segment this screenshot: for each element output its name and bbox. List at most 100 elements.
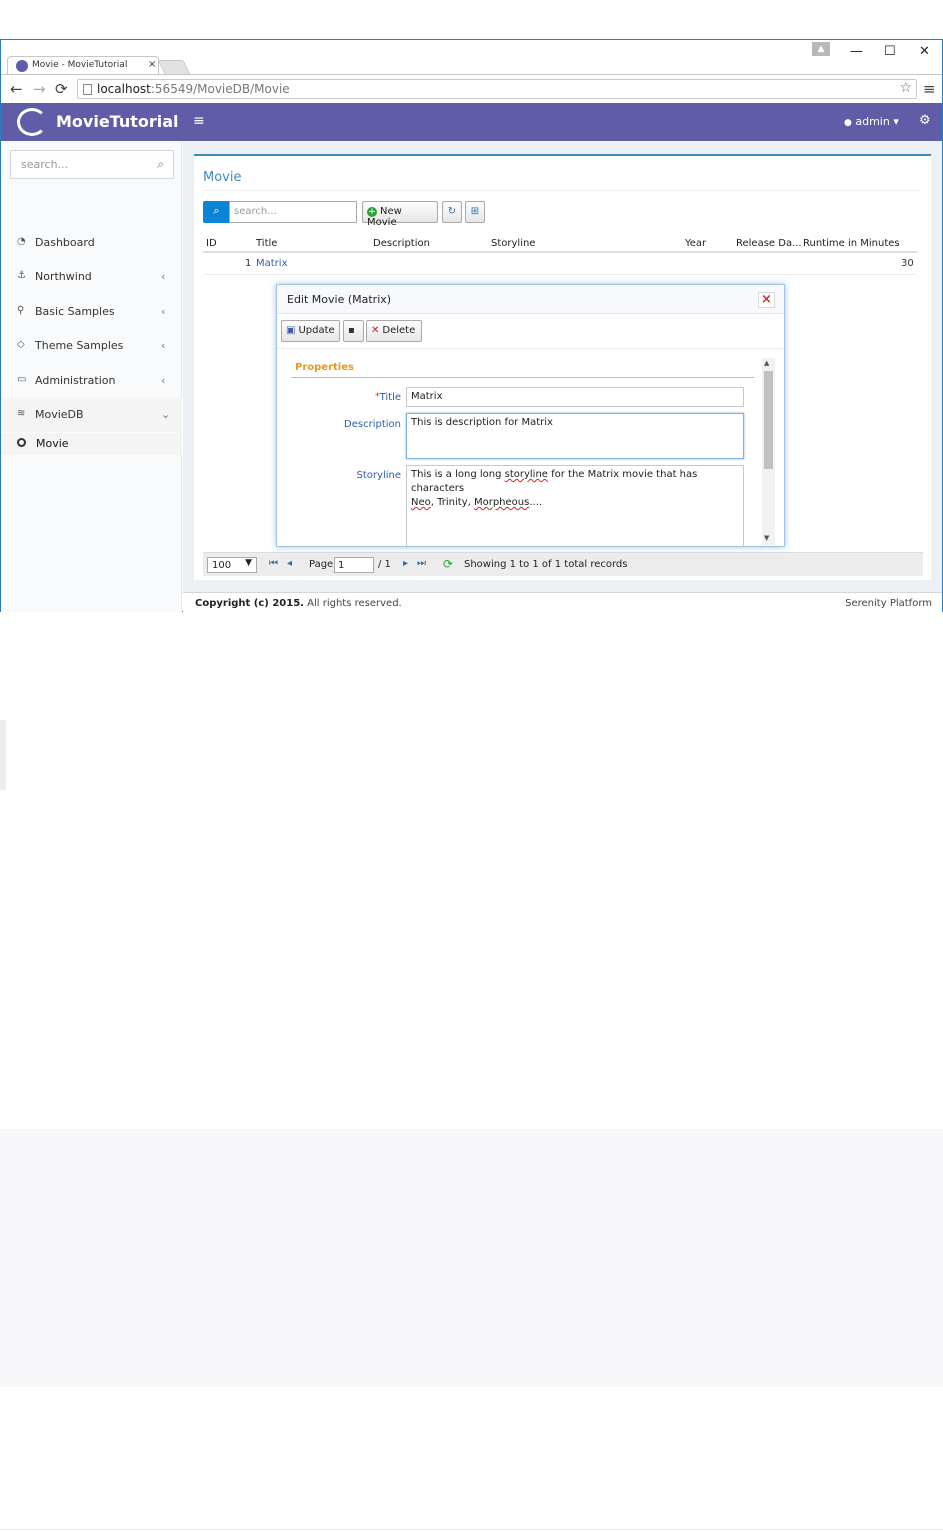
tab-close-icon[interactable]: × [148,59,156,70]
sidebar-item-dashboard[interactable]: ◔ Dashboard [1,226,182,260]
storyline-label: Storyline [356,470,401,481]
column-header-year[interactable]: Year [685,238,706,249]
title-value: Matrix [411,391,443,402]
prev-page-icon[interactable]: ◂ [287,558,292,569]
page-number-input[interactable]: 1 [334,557,374,573]
copyright-bold: Copyright (c) 2015. [195,598,304,609]
desktop-icon: ▭ [17,374,27,385]
forward-icon[interactable]: → [33,80,46,98]
diamond-icon: ◇ [17,339,25,350]
sidebar-item-theme-samples[interactable]: ◇ Theme Samples ‹ [1,329,182,363]
dropdown-arrow-icon: ▼ [245,558,252,568]
search-button[interactable]: ⌕ [203,201,230,223]
update-button[interactable]: ▣ Update [281,320,340,342]
copyright-rest: All rights reserved. [303,598,402,609]
close-window-icon[interactable]: ✕ [919,44,930,59]
new-movie-button[interactable]: + New Movie [362,201,438,228]
sidebar-search-input[interactable]: search... ⌕ [10,150,174,179]
sidebar-subitem-movie[interactable]: Movie [1,433,182,455]
search-icon: ⌕ [157,157,164,171]
user-menu[interactable]: ● admin ▾ [844,115,899,128]
close-icon: × [761,292,772,307]
url-input[interactable]: localhost:56549/MovieDB/Movie ☆ [77,79,917,99]
page-size-select[interactable]: 100 ▼ [207,557,257,573]
title-label: *Title [291,392,401,403]
dialog-title: Edit Movie (Matrix) [287,293,392,306]
platform-text: Serenity Platform [845,598,932,609]
scrollbar-thumb[interactable] [764,371,773,469]
layers-icon: ≋ [17,408,26,419]
storyline-text-ellipsis: .... [529,497,543,508]
page-size-value: 100 [212,560,232,571]
sidebar-item-moviedb[interactable]: ≋ MovieDB ⌄ [1,398,182,432]
update-label: Update [298,325,335,336]
title-input[interactable]: Matrix [406,387,744,407]
last-page-icon[interactable]: ⏭ [417,558,426,569]
column-header-description[interactable]: Description [373,238,430,249]
table-row[interactable]: 1 Matrix 30 [203,253,917,275]
storyline-text-morpheous: Morpheous [473,497,530,508]
delete-button[interactable]: ✕ Delete [366,320,422,342]
scroll-up-icon[interactable]: ▲ [764,359,769,367]
sidebar-item-basic-samples[interactable]: ⚲ Basic Samples ‹ [1,295,182,329]
reload-icon[interactable]: ⟳ [55,80,68,98]
dialog-header: Edit Movie (Matrix) × [277,285,784,314]
category-divider [291,377,754,378]
description-textarea[interactable]: This is description for Matrix [406,413,744,459]
browser-tab[interactable]: Movie - MovieTutorial × [7,56,159,75]
cell-id: 1 [245,258,252,269]
columns-icon: ⊞ [470,206,480,217]
app-logo-text[interactable]: MovieTutorial [56,112,179,131]
profile-icon[interactable]: ▲ [812,42,830,56]
grid-header: ID Title Description Storyline Year Rele… [203,233,917,253]
back-icon[interactable]: ← [10,80,23,98]
first-page-icon[interactable]: ⏮ [269,558,278,569]
user-label: admin ▾ [855,115,899,128]
sidebar-item-label: Theme Samples [35,339,124,352]
cell-title-link[interactable]: Matrix [256,258,287,269]
apply-changes-button[interactable]: ▪ [343,320,364,342]
search-icon: ⌕ [213,204,220,217]
browser-menu-icon[interactable]: ≡ [923,80,936,98]
scroll-down-icon[interactable]: ▼ [764,534,769,542]
column-header-id[interactable]: ID [206,238,217,249]
sidebar-search-placeholder: search... [21,158,69,171]
sidebar-item-northwind[interactable]: ⚓ Northwind ‹ [1,260,182,294]
column-picker-button[interactable]: ⊞ [465,201,485,223]
refresh-button[interactable]: ↻ [442,201,462,223]
background-band [0,1129,943,1387]
column-header-runtime[interactable]: Runtime in Minutes [803,238,900,249]
grid-search-input[interactable]: search... [229,201,357,223]
chevron-left-icon: ‹ [161,374,166,387]
page-number-value: 1 [338,560,345,571]
sidebar-item-label: Basic Samples [35,305,115,318]
sidebar-item-label: Dashboard [35,236,95,249]
dialog-toolbar: ▣ Update ▪ ✕ Delete [277,315,784,349]
floppy-icon: ▪ [348,325,355,336]
title-label-text: Title [379,392,401,403]
settings-icon[interactable]: ⚙ [919,113,931,128]
next-page-icon[interactable]: ▸ [403,558,408,569]
minimize-icon[interactable]: — [850,44,863,59]
sidebar-toggle-icon[interactable]: ≡ [193,113,205,129]
cell-runtime: 30 [901,258,914,269]
bookmark-star-icon[interactable]: ☆ [899,80,912,96]
pager-refresh-icon[interactable]: ⟳ [443,557,453,571]
logo-icon [17,108,47,136]
sidebar-item-administration[interactable]: ▭ Administration ‹ [1,364,182,398]
maximize-icon[interactable]: ☐ [884,44,896,59]
delete-label: Delete [382,325,416,336]
dialog-close-button[interactable]: × [758,292,775,308]
storyline-text-trinity: , Trinity, [430,497,474,508]
new-tab-button[interactable] [157,60,191,74]
storyline-textarea[interactable]: This is a long long storyline for the Ma… [406,465,744,546]
url-path: :56549/MovieDB/Movie [150,82,290,96]
magic-wand-icon: ⚲ [17,305,25,316]
circle-icon [17,438,26,447]
column-header-release-date[interactable]: Release Da... [736,238,802,249]
dialog-scrollbar[interactable]: ▲ ▼ [762,358,775,545]
column-header-title[interactable]: Title [256,238,277,249]
address-bar: ← → ⟳ localhost:56549/MovieDB/Movie ☆ ≡ [1,74,942,102]
delete-icon: ✕ [371,325,380,336]
column-header-storyline[interactable]: Storyline [491,238,535,249]
